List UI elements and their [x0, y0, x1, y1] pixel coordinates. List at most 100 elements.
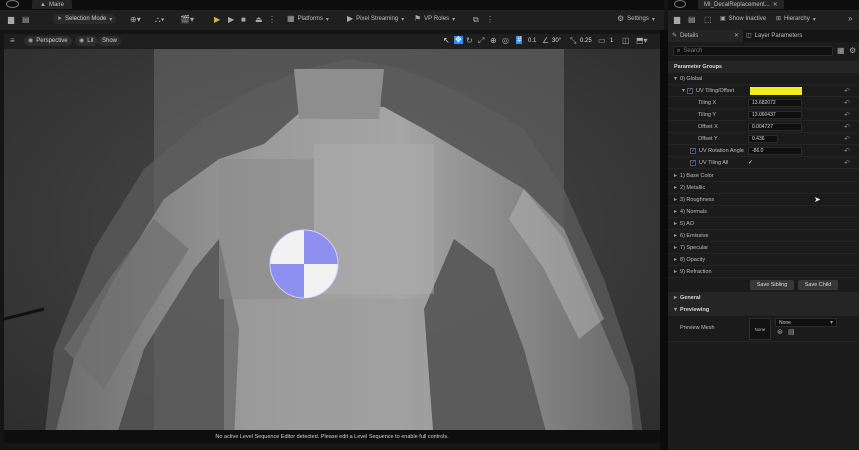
save-icon[interactable]: ▆	[8, 16, 14, 24]
uv-rotation-field[interactable]: -86.0	[748, 147, 802, 155]
asset-tab[interactable]: MI_DecalReplacement... ✕	[698, 0, 784, 9]
settings-button[interactable]: ⚙ Settings ▾	[617, 15, 655, 23]
reset-icon[interactable]: ↶	[844, 99, 850, 107]
preview-mesh-thumbnail[interactable]: None	[749, 318, 771, 340]
select-tool-icon[interactable]: ↖	[443, 37, 450, 45]
group-row-refraction[interactable]: ▸ 9) Refraction	[668, 266, 859, 278]
global-group-header[interactable]: ▾ 0) Global	[668, 73, 859, 85]
save-sibling-button[interactable]: Save Sibling	[750, 280, 794, 290]
previewing-section-header[interactable]: ▾ Previewing	[668, 304, 859, 316]
show-button[interactable]: Show	[98, 36, 122, 46]
group-row-ao[interactable]: ▸ 5) AO	[668, 218, 859, 230]
perspective-button[interactable]: ◉ Perspective	[24, 36, 72, 46]
level-viewport[interactable]	[4, 49, 660, 443]
offset-x-field[interactable]: 0.004727	[748, 123, 802, 131]
expand-arrow-icon: ▾	[682, 88, 686, 94]
expand-arrow-icon: ▾	[674, 76, 678, 82]
vp-roles-button[interactable]: ⚑ VP Roles ▾	[414, 15, 455, 23]
reset-icon[interactable]: ↶	[844, 147, 850, 155]
close-icon[interactable]: ✕	[773, 1, 778, 9]
translate-tool-icon[interactable]: ✥	[454, 36, 463, 44]
level-icon: ▲	[40, 1, 46, 8]
group-row-base-color[interactable]: ▸ 1) Base Color	[668, 170, 859, 182]
blueprint-icon[interactable]: ⛬▾	[155, 16, 165, 24]
level-tab[interactable]: ▲ Maire	[32, 0, 72, 9]
expand-toolbar-icon[interactable]: »	[848, 15, 852, 23]
hierarchy-button[interactable]: ⊞ Hierarchy ▾	[776, 15, 816, 23]
more-icon[interactable]: ⋮	[486, 16, 494, 24]
group-row-roughness[interactable]: ▸ 3) Roughness	[668, 194, 859, 206]
browse-asset-icon[interactable]: ▤	[688, 16, 696, 24]
chevron-down-icon: ▾	[452, 16, 456, 23]
stop-icon[interactable]: ■	[241, 16, 246, 24]
scale-snap-value[interactable]: 0.25	[580, 38, 592, 44]
panel-divider[interactable]	[660, 30, 668, 450]
show-inactive-button[interactable]: ▣ Show Inactive	[720, 15, 766, 23]
expand-arrow-icon: ▸	[674, 209, 678, 215]
apply-icon[interactable]: ⬚	[704, 16, 712, 24]
reset-icon[interactable]: ↶	[844, 123, 850, 131]
group-row-metallic[interactable]: ▸ 2) Metallic	[668, 182, 859, 194]
group-row-emissive[interactable]: ▸ 6) Emissive	[668, 230, 859, 242]
scale-snap-icon[interactable]: ⤡	[570, 37, 576, 45]
close-icon[interactable]: ✕	[734, 32, 739, 40]
save-child-button[interactable]: Save Child	[798, 280, 838, 290]
maximize-viewport-icon[interactable]: ◫	[622, 37, 630, 45]
add-actor-icon[interactable]: ⊕▾	[130, 16, 141, 24]
reset-icon[interactable]: ↶	[844, 135, 850, 143]
preview-mesh-label: Preview Mesh	[680, 325, 715, 331]
chevron-down-icon: ▾	[651, 16, 655, 23]
selection-mode-dropdown[interactable]: ➤ Selection Mode ▾	[53, 14, 117, 24]
viewport-menu-icon[interactable]: ≡	[10, 37, 15, 45]
window-icon[interactable]: ⧉	[473, 16, 479, 24]
tiling-y-field[interactable]: 13.060437	[748, 111, 802, 119]
thumbnail-label: None	[754, 326, 766, 332]
uv-tiling-all-value-checkbox[interactable]: ✓	[748, 159, 753, 166]
scale-tool-icon[interactable]: ⤢	[478, 37, 484, 45]
play-options-icon[interactable]: ▶	[228, 16, 234, 24]
details-search-input[interactable]: ⌕ Search	[673, 46, 833, 56]
group-row-specular[interactable]: ▸ 7) Specular	[668, 242, 859, 254]
browse-icon[interactable]: ▤	[788, 329, 795, 337]
general-section-header[interactable]: ▸ General	[668, 292, 859, 304]
grid-snap-icon[interactable]: #	[516, 36, 523, 44]
camera-speed-value[interactable]: 1	[610, 38, 613, 44]
pixel-streaming-button[interactable]: ▶ Pixel Streaming ▾	[347, 15, 404, 23]
cinematics-icon[interactable]: 🎬▾	[180, 16, 194, 24]
camera-speed-icon[interactable]: ▭	[598, 37, 606, 45]
world-icon[interactable]: ◎	[502, 37, 509, 45]
settings-icon[interactable]: ⚙	[849, 47, 856, 55]
vp-roles-icon: ⚑	[414, 14, 422, 23]
uv-tiling-color-swatch[interactable]	[750, 87, 802, 95]
rotate-tool-icon[interactable]: ↻	[466, 37, 473, 45]
save-asset-icon[interactable]: ▆	[674, 16, 680, 24]
uv-decal-checker	[269, 229, 339, 299]
rotation-snap-value[interactable]: 30°	[552, 38, 561, 44]
layers-icon: ◫	[746, 33, 752, 39]
surface-snap-icon[interactable]: ⊕	[490, 37, 497, 45]
group-row-opacity[interactable]: ▸ 8) Opacity	[668, 254, 859, 266]
reset-icon[interactable]: ↶	[844, 87, 850, 95]
reset-icon[interactable]: ↶	[844, 111, 850, 119]
group-row-normals[interactable]: ▸ 4) Normals	[668, 206, 859, 218]
preview-mesh-dropdown[interactable]: None ▾	[775, 318, 837, 327]
eject-icon[interactable]: ⏏	[255, 16, 263, 24]
uv-rotation-checkbox[interactable]: ✓	[690, 147, 696, 154]
tab-layer-parameters[interactable]: ◫ Layer Parameters	[746, 30, 802, 42]
viewport-options-icon[interactable]: ⬒▾	[636, 37, 648, 45]
uv-tiling-offset-checkbox[interactable]: ✓	[687, 87, 693, 94]
platforms-button[interactable]: ▦ Platforms ▾	[287, 15, 329, 23]
view-options-icon[interactable]: ▦	[837, 47, 845, 55]
grid-snap-value[interactable]: 0.1	[528, 38, 536, 44]
tab-details[interactable]: ✎ Details ✕	[668, 30, 743, 42]
rotation-snap-icon[interactable]: ∠	[542, 37, 549, 45]
content-browser-icon[interactable]: ▤	[22, 16, 30, 24]
offset-y-field[interactable]: 0.436	[748, 135, 778, 143]
use-selected-icon[interactable]: ⊛	[777, 329, 783, 337]
play-icon[interactable]: ▶	[214, 16, 220, 24]
more-options-icon[interactable]: ⋮	[268, 16, 276, 24]
lit-button[interactable]: ◉ Lit	[75, 36, 98, 46]
reset-icon[interactable]: ↶	[844, 159, 850, 167]
tiling-x-field[interactable]: 13.682072	[748, 99, 802, 107]
uv-tiling-all-checkbox[interactable]: ✓	[690, 159, 696, 166]
